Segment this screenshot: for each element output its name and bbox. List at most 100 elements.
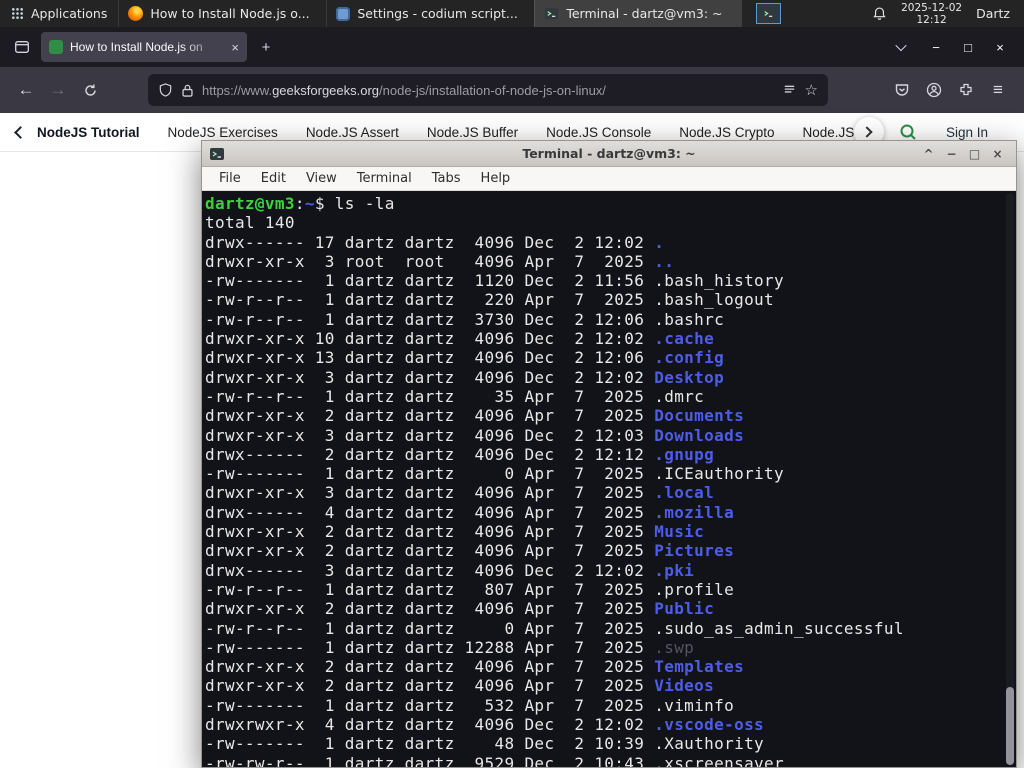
listing-file-attributes: drwx------ 4 dartz dartz 4096 Apr 7 2025	[205, 502, 655, 522]
taskbar-button-settings[interactable]: Settings - codium script...	[326, 0, 534, 27]
listing-file-name: .bashrc	[654, 309, 725, 329]
site-nav-item[interactable]: Node.JS Console	[546, 125, 651, 140]
tray-terminal-indicator[interactable]	[756, 3, 782, 24]
tab-title: How to Install Node.js on	[70, 40, 203, 54]
nav-scroll-left-icon[interactable]	[14, 125, 27, 139]
listing-file-name: .xscreensaver	[654, 753, 785, 767]
listing-directory-name: Pictures	[654, 541, 735, 561]
listing-directory-name: .vscode-oss	[654, 715, 765, 735]
terminal-scrollbar-thumb[interactable]	[1006, 687, 1014, 765]
terminal-output-line: drwxr-xr-x 13 dartz dartz 4096 Dec 2 12:…	[205, 348, 1016, 367]
terminal-output-line: drwxr-xr-x 2 dartz dartz 4096 Apr 7 2025…	[205, 599, 1016, 618]
applications-menu-button[interactable]: Applications	[0, 0, 118, 27]
notifications-bell-icon[interactable]	[872, 6, 887, 21]
menu-view[interactable]: View	[297, 169, 346, 188]
pocket-icon[interactable]	[886, 74, 918, 106]
taskbar-button-terminal[interactable]: Terminal - dartz@vm3: ~	[534, 0, 743, 27]
listing-file-attributes: -rw-r--r-- 1 dartz dartz 3730 Dec 2 12:0…	[205, 309, 655, 329]
prompt-colon: :	[294, 194, 305, 213]
panel-spacer	[781, 0, 862, 27]
terminal-output-line: -rw-r--r-- 1 dartz dartz 35 Apr 7 2025 .…	[205, 387, 1016, 406]
terminal-output-line: -rw-r--r-- 1 dartz dartz 807 Apr 7 2025 …	[205, 580, 1016, 599]
site-nav-item[interactable]: Node.JS Crypto	[679, 125, 774, 140]
terminal-output-line: -rw-r--r-- 1 dartz dartz 220 Apr 7 2025 …	[205, 290, 1016, 309]
terminal-output[interactable]: dartz@vm3:~$ ls -la total 140 drwx------…	[202, 191, 1016, 767]
search-icon[interactable]	[898, 122, 918, 142]
user-menu[interactable]: Dartz	[976, 6, 1014, 21]
site-nav-item[interactable]: NodeJS Exercises	[168, 125, 278, 140]
terminal-output-line: drwx------ 4 dartz dartz 4096 Apr 7 2025…	[205, 503, 1016, 522]
listing-directory-name: ..	[654, 251, 675, 271]
prompt-path: ~	[304, 194, 315, 213]
terminal-menubar: File Edit View Terminal Tabs Help	[202, 167, 1016, 191]
terminal-output-line: drwxrwxr-x 4 dartz dartz 4096 Dec 2 12:0…	[205, 715, 1016, 734]
terminal-maximize-button[interactable]: □	[963, 144, 986, 164]
reader-view-icon[interactable]	[782, 83, 797, 98]
listing-file-attributes: -rw------- 1 dartz dartz 48 Dec 2 10:39	[205, 734, 655, 754]
listing-file-attributes: -rw------- 1 dartz dartz 0 Apr 7 2025	[205, 464, 655, 484]
listing-file-attributes: drwxr-xr-x 10 dartz dartz 4096 Dec 2 12:…	[205, 329, 655, 349]
reload-button[interactable]	[74, 74, 106, 106]
terminal-output-line: drwxr-xr-x 10 dartz dartz 4096 Dec 2 12:…	[205, 329, 1016, 348]
menu-tabs[interactable]: Tabs	[423, 169, 470, 188]
terminal-output-line: -rw-r--r-- 1 dartz dartz 3730 Dec 2 12:0…	[205, 310, 1016, 329]
menu-help[interactable]: Help	[472, 169, 520, 188]
terminal-shade-button[interactable]: ^	[917, 144, 940, 164]
terminal-total-line: total 140	[205, 213, 295, 233]
listing-file-attributes: -rw------- 1 dartz dartz 532 Apr 7 2025	[205, 695, 655, 715]
terminal-titlebar[interactable]: Terminal - dartz@vm3: ~ ^ − □ ×	[202, 141, 1016, 167]
menu-edit[interactable]: Edit	[252, 169, 295, 188]
bookmark-star-icon[interactable]: ☆	[805, 81, 818, 99]
back-button[interactable]: ←	[10, 74, 42, 106]
listing-directory-name: .local	[654, 483, 715, 503]
firefox-view-icon[interactable]	[8, 33, 36, 61]
top-panel: Applications How to Install Node.js o...…	[0, 0, 1024, 27]
typed-command: ls -la	[334, 194, 395, 213]
tab-favicon	[49, 40, 63, 54]
lock-icon[interactable]	[181, 83, 194, 98]
extensions-puzzle-icon[interactable]	[950, 74, 982, 106]
url-bar[interactable]: https://www. geeksforgeeks.org /node-js/…	[148, 74, 828, 106]
tracking-shield-icon[interactable]	[158, 82, 173, 98]
terminal-scrollbar-track[interactable]	[1006, 193, 1014, 765]
listing-file-name: .bash_history	[654, 271, 785, 291]
browser-close-button[interactable]: ×	[984, 32, 1016, 62]
menu-terminal[interactable]: Terminal	[348, 169, 421, 188]
forward-button[interactable]: →	[42, 74, 74, 106]
browser-minimize-button[interactable]: −	[920, 32, 952, 62]
new-tab-button[interactable]: +	[252, 33, 280, 61]
listing-file-attributes: -rw-r--r-- 1 dartz dartz 220 Apr 7 2025	[205, 290, 655, 310]
listing-file-name: .dmrc	[654, 386, 705, 406]
site-nav-item[interactable]: Node.JS Buffer	[427, 125, 518, 140]
terminal-listing: drwx------ 17 dartz dartz 4096 Dec 2 12:…	[205, 233, 1016, 767]
panel-clock[interactable]: 2025-12-02 12:12	[901, 2, 962, 26]
prompt-user-host: dartz@vm3	[205, 194, 295, 213]
listing-directory-name: .gnupg	[654, 444, 715, 464]
browser-maximize-button[interactable]: □	[952, 32, 984, 62]
site-nav-item[interactable]: Node.JS Assert	[306, 125, 399, 140]
menu-file[interactable]: File	[210, 169, 250, 188]
hamburger-menu-icon[interactable]: ≡	[982, 74, 1014, 106]
listing-directory-name: Public	[654, 599, 715, 619]
terminal-output-line: drwxr-xr-x 3 root root 4096 Apr 7 2025 .…	[205, 252, 1016, 271]
listing-file-attributes: -rw-r--r-- 1 dartz dartz 35 Apr 7 2025	[205, 386, 655, 406]
terminal-close-button[interactable]: ×	[986, 144, 1009, 164]
terminal-prompt-line: dartz@vm3:~$ ls -la	[205, 194, 1016, 213]
chevron-down-icon	[895, 39, 907, 52]
terminal-output-line: drwxr-xr-x 3 dartz dartz 4096 Dec 2 12:0…	[205, 426, 1016, 445]
listing-directory-name: .cache	[654, 329, 715, 349]
terminal-minimize-button[interactable]: −	[940, 144, 963, 164]
browser-tab[interactable]: How to Install Node.js on ×	[41, 32, 247, 62]
listing-directory-name: .pki	[654, 560, 695, 580]
sign-in-button[interactable]: Sign In	[946, 125, 988, 140]
account-icon[interactable]	[918, 74, 950, 106]
list-all-tabs-button[interactable]	[887, 33, 915, 61]
taskbar-button-firefox[interactable]: How to Install Node.js o...	[118, 0, 326, 27]
site-nav-item[interactable]: NodeJS Tutorial	[37, 125, 140, 140]
terminal-output-line: -rw------- 1 dartz dartz 1120 Dec 2 11:5…	[205, 271, 1016, 290]
taskbar-button-label: How to Install Node.js o...	[150, 6, 310, 21]
terminal-output-line: -rw------- 1 dartz dartz 532 Apr 7 2025 …	[205, 696, 1016, 715]
listing-file-name: .sudo_as_admin_successful	[654, 618, 904, 638]
tab-close-icon[interactable]: ×	[231, 40, 239, 55]
listing-file-attributes: drwxr-xr-x 2 dartz dartz 4096 Apr 7 2025	[205, 406, 655, 426]
